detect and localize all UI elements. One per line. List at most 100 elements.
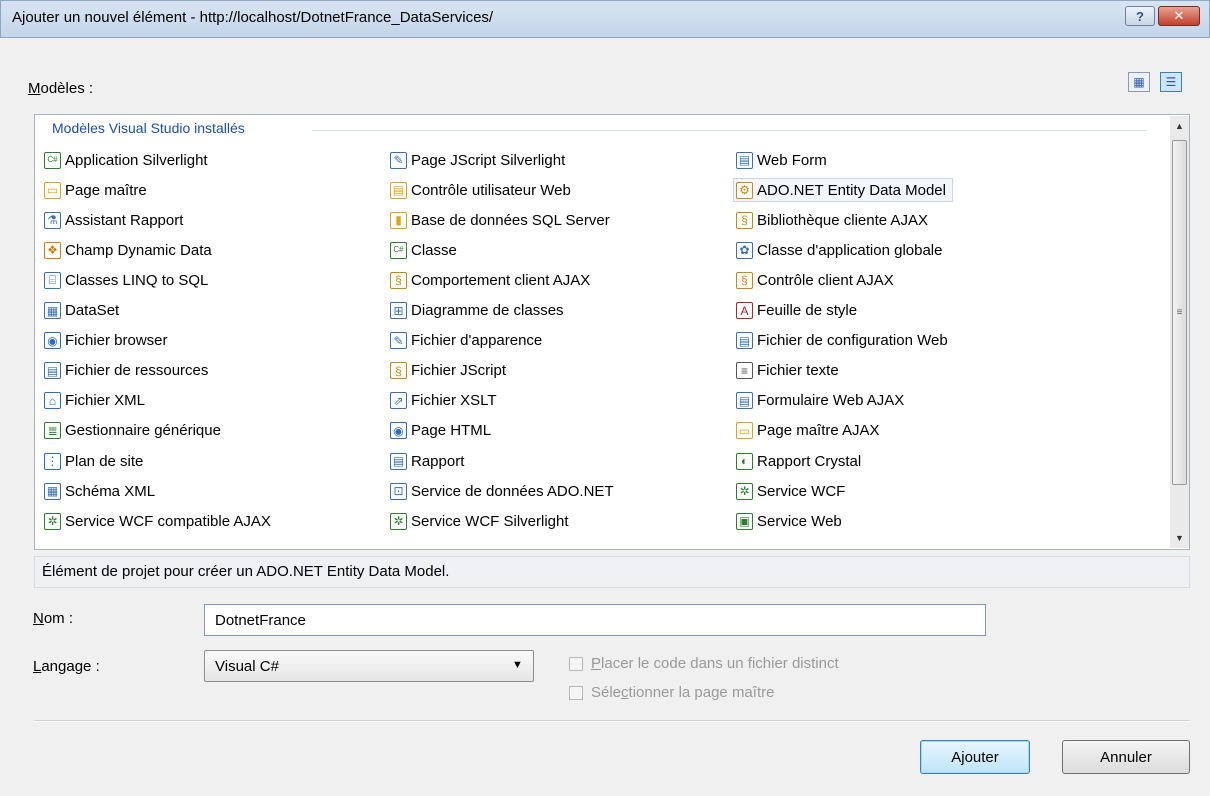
list-view-icon: ☰: [1165, 75, 1177, 89]
master-page-icon: ▭: [44, 181, 61, 199]
linq-icon: ⌸: [44, 271, 61, 289]
scroll-up-button[interactable]: ▲: [1170, 116, 1189, 136]
template-item[interactable]: ⊞ Diagramme de classes: [390, 299, 564, 323]
name-label: Nom :: [33, 610, 74, 627]
template-item[interactable]: ▤ Fichier de ressources: [44, 359, 208, 383]
template-item[interactable]: C# Classe: [390, 238, 457, 262]
template-item[interactable]: ⊡ Service de données ADO.NET: [390, 479, 614, 503]
separate-code-checkbox[interactable]: [569, 657, 583, 671]
dataset-icon: ▦: [44, 302, 61, 319]
arrow-up-icon: ▲: [1175, 121, 1184, 131]
ajax-library-icon: §: [736, 211, 753, 229]
template-item[interactable]: ◉ Page HTML: [390, 419, 491, 443]
template-item-label: Classe d'application globale: [757, 241, 943, 259]
template-item-label: Application Silverlight: [65, 151, 208, 169]
ajax-control-icon: §: [736, 271, 753, 289]
template-item-label: Fichier de configuration Web: [757, 332, 948, 350]
select-master-page-checkbox[interactable]: [569, 686, 583, 700]
template-item[interactable]: ▣ Service Web: [736, 509, 842, 533]
cancel-button[interactable]: Annuler: [1062, 740, 1190, 774]
template-item-label: Service Web: [757, 512, 842, 530]
template-item-label: Base de données SQL Server: [411, 211, 610, 229]
template-item-label: Service WCF Silverlight: [411, 512, 569, 530]
template-item[interactable]: ✿ Classe d'application globale: [736, 238, 943, 262]
template-item[interactable]: ◐ Rapport Crystal: [736, 449, 861, 473]
template-item[interactable]: ▤ Rapport: [390, 449, 464, 473]
template-item-label: Classe: [411, 241, 457, 259]
sitemap-icon: ⋮: [44, 452, 61, 470]
language-select-value: Visual C#: [215, 658, 279, 675]
template-item-label: Page JScript Silverlight: [411, 151, 566, 169]
divider: [34, 720, 1190, 722]
name-input[interactable]: [204, 604, 986, 636]
template-item[interactable]: ✎ Fichier d'apparence: [390, 329, 542, 353]
template-item[interactable]: ✎ Page JScript Silverlight: [390, 148, 565, 172]
data-service-icon: ⊡: [390, 482, 407, 500]
wcf-silverlight-icon: ✲: [390, 512, 407, 530]
description-text: Élément de projet pour créer un ADO.NET …: [42, 563, 450, 580]
skin-file-icon: ✎: [390, 332, 407, 350]
template-item[interactable]: ⚗ Assistant Rapport: [44, 208, 183, 232]
template-item[interactable]: ✲ Service WCF compatible AJAX: [44, 509, 271, 533]
template-item-label: Comportement client AJAX: [411, 271, 591, 289]
template-item-label: Diagramme de classes: [411, 302, 564, 319]
template-item-label: Fichier texte: [757, 362, 839, 380]
template-item[interactable]: § Comportement client AJAX: [390, 268, 590, 292]
dynamic-data-icon: ❖: [44, 241, 61, 259]
help-icon: ?: [1136, 8, 1144, 24]
scroll-thumb[interactable]: ≡: [1172, 140, 1187, 485]
template-item[interactable]: ⌂ Fichier XML: [44, 389, 145, 413]
xml-schema-icon: ▦: [44, 482, 61, 500]
template-item[interactable]: ≡ Fichier texte: [736, 359, 839, 383]
template-item[interactable]: ▤ Formulaire Web AJAX: [736, 389, 904, 413]
template-item[interactable]: § Fichier JScript: [390, 359, 506, 383]
template-item[interactable]: ▤ Fichier de configuration Web: [736, 329, 948, 353]
wcf-ajax-icon: ✲: [44, 512, 61, 530]
template-item-label: Classes LINQ to SQL: [65, 271, 209, 289]
template-item[interactable]: ⇗ Fichier XSLT: [390, 389, 497, 413]
small-icons-view-button[interactable]: ☰: [1160, 72, 1182, 92]
template-item[interactable]: ✲ Service WCF Silverlight: [390, 509, 569, 533]
template-item[interactable]: C# Application Silverlight: [44, 148, 208, 172]
template-item[interactable]: A Feuille de style: [736, 299, 857, 323]
large-icons-icon: ▦: [1133, 75, 1145, 89]
ajax-behavior-icon: §: [390, 271, 407, 289]
web-form-icon: ▤: [736, 151, 753, 169]
close-button[interactable]: ✕: [1158, 6, 1200, 26]
template-item[interactable]: § Contrôle client AJAX: [736, 268, 894, 292]
template-item[interactable]: ▤ Web Form: [736, 148, 827, 172]
wcf-service-icon: ✲: [736, 482, 753, 500]
report-icon: ▤: [390, 452, 407, 470]
template-item[interactable]: ▭ Page maître AJAX: [736, 419, 880, 443]
close-icon: ✕: [1173, 8, 1185, 23]
template-item[interactable]: ▦ DataSet: [44, 299, 119, 323]
arrow-down-icon: ▼: [1175, 533, 1184, 543]
scroll-down-button[interactable]: ▼: [1170, 528, 1189, 548]
chevron-down-icon: ▼: [512, 659, 523, 671]
template-item-label: ADO.NET Entity Data Model: [757, 181, 946, 199]
large-icons-view-button[interactable]: ▦: [1128, 72, 1150, 92]
html-page-icon: ◉: [390, 422, 407, 440]
template-item-label: Schéma XML: [65, 482, 156, 500]
template-item[interactable]: ◉ Fichier browser: [44, 329, 168, 353]
add-button[interactable]: Ajouter: [920, 740, 1030, 774]
template-item[interactable]: § Bibliothèque cliente AJAX: [736, 208, 928, 232]
template-item[interactable]: ⌸ Classes LINQ to SQL: [44, 268, 208, 292]
template-item[interactable]: ▭ Page maître: [44, 178, 147, 202]
template-item[interactable]: ▮ Base de données SQL Server: [390, 208, 610, 232]
template-item[interactable]: ▤ Contrôle utilisateur Web: [390, 178, 571, 202]
template-item[interactable]: ▦ Schéma XML: [44, 479, 155, 503]
xslt-file-icon: ⇗: [390, 392, 407, 410]
template-item[interactable]: ❖ Champ Dynamic Data: [44, 238, 212, 262]
help-button[interactable]: ?: [1125, 6, 1155, 26]
jscript-silverlight-icon: ✎: [390, 151, 407, 169]
template-item[interactable]: ≣ Gestionnaire générique: [44, 419, 221, 443]
group-header: Modèles Visual Studio installés: [52, 120, 245, 136]
template-item[interactable]: ✲ Service WCF: [736, 479, 845, 503]
template-item[interactable]: ⋮ Plan de site: [44, 449, 143, 473]
template-item-label: Page maître: [65, 181, 147, 199]
template-item[interactable]: ⚙ ADO.NET Entity Data Model: [733, 178, 953, 203]
template-item-label: Fichier d'apparence: [411, 332, 543, 350]
database-icon: ▮: [390, 211, 407, 229]
template-item-label: Service WCF: [757, 482, 846, 500]
